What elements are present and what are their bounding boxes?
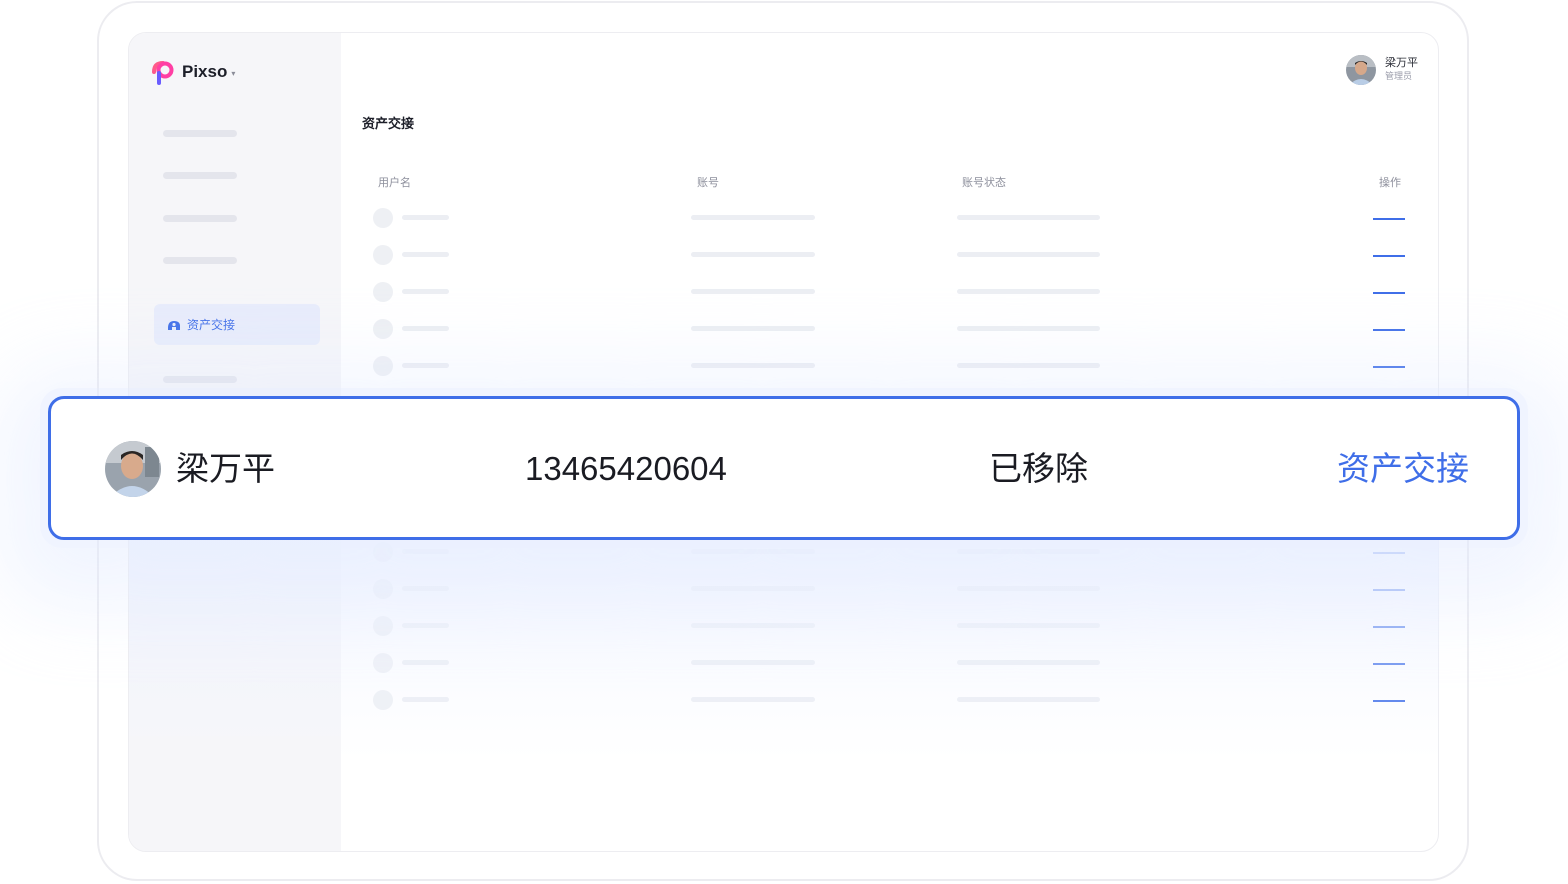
action-link-placeholder[interactable]	[1373, 366, 1405, 368]
text-placeholder	[957, 326, 1100, 331]
action-link-placeholder[interactable]	[1373, 255, 1405, 257]
text-placeholder	[402, 549, 449, 554]
text-placeholder	[402, 215, 449, 220]
table-row[interactable]	[129, 579, 1438, 599]
text-placeholder	[957, 289, 1100, 294]
avatar-placeholder	[373, 356, 393, 376]
table-row[interactable]	[129, 653, 1438, 673]
text-placeholder	[691, 586, 815, 591]
text-placeholder	[691, 623, 815, 628]
text-placeholder	[402, 660, 449, 665]
action-link-placeholder[interactable]	[1373, 552, 1405, 554]
text-placeholder	[957, 697, 1100, 702]
text-placeholder	[957, 586, 1100, 591]
text-placeholder	[402, 326, 449, 331]
text-placeholder	[957, 660, 1100, 665]
text-placeholder	[957, 363, 1100, 368]
avatar-placeholder	[373, 579, 393, 599]
avatar-placeholder	[373, 282, 393, 302]
text-placeholder	[957, 252, 1100, 257]
text-placeholder	[691, 252, 815, 257]
avatar	[1346, 55, 1376, 85]
action-link-placeholder[interactable]	[1373, 218, 1405, 220]
user-name: 梁万平	[1385, 56, 1418, 69]
text-placeholder	[402, 623, 449, 628]
table-row[interactable]	[129, 245, 1438, 265]
action-link-placeholder[interactable]	[1373, 663, 1405, 665]
action-link-placeholder[interactable]	[1373, 626, 1405, 628]
text-placeholder	[402, 289, 449, 294]
highlighted-table-row[interactable]: 梁万平 13465420604 已移除 资产交接	[48, 396, 1520, 540]
table-row[interactable]	[129, 356, 1438, 376]
asset-handover-link[interactable]: 资产交接	[1337, 447, 1469, 491]
chevron-down-icon[interactable]: ▾	[231, 69, 235, 78]
app-name: Pixso	[182, 62, 228, 81]
user-profile[interactable]: 梁万平 管理员	[1346, 55, 1418, 85]
text-placeholder	[691, 697, 815, 702]
text-placeholder	[691, 289, 815, 294]
app-logo[interactable]: Pixso ▾	[150, 59, 235, 85]
text-placeholder	[691, 215, 815, 220]
avatar-placeholder	[373, 319, 393, 339]
action-link-placeholder[interactable]	[1373, 292, 1405, 294]
text-placeholder	[691, 549, 815, 554]
text-placeholder	[691, 660, 815, 665]
text-placeholder	[691, 326, 815, 331]
text-placeholder	[957, 215, 1100, 220]
text-placeholder	[402, 586, 449, 591]
column-header-actions: 操作	[1379, 176, 1401, 189]
text-placeholder	[957, 549, 1100, 554]
user-role: 管理员	[1385, 72, 1413, 82]
page-title: 资产交接	[362, 117, 415, 132]
avatar-placeholder	[373, 616, 393, 636]
avatar-placeholder	[373, 653, 393, 673]
sidebar-item-placeholder[interactable]	[163, 376, 237, 383]
sidebar-item-placeholder[interactable]	[163, 130, 237, 137]
sidebar-item-placeholder[interactable]	[163, 172, 237, 179]
action-link-placeholder[interactable]	[1373, 329, 1405, 331]
table-row[interactable]	[129, 319, 1438, 339]
pixso-logo-icon	[152, 61, 174, 85]
avatar-placeholder	[373, 208, 393, 228]
avatar	[105, 441, 161, 497]
column-header-status: 账号状态	[962, 176, 1006, 189]
row-status: 已移除	[989, 449, 1088, 488]
column-header-username: 用户名	[378, 176, 411, 189]
text-placeholder	[957, 623, 1100, 628]
text-placeholder	[691, 363, 815, 368]
row-username: 梁万平	[176, 449, 275, 488]
text-placeholder	[402, 697, 449, 702]
action-link-placeholder[interactable]	[1373, 700, 1405, 702]
text-placeholder	[402, 363, 449, 368]
avatar-placeholder	[373, 245, 393, 265]
row-account: 13465420604	[525, 450, 727, 487]
table-row[interactable]	[129, 282, 1438, 302]
action-link-placeholder[interactable]	[1373, 589, 1405, 591]
table-row[interactable]	[129, 616, 1438, 636]
avatar-placeholder	[373, 690, 393, 710]
column-header-account: 账号	[697, 176, 719, 189]
text-placeholder	[402, 252, 449, 257]
table-row[interactable]	[129, 208, 1438, 228]
table-row[interactable]	[129, 690, 1438, 710]
